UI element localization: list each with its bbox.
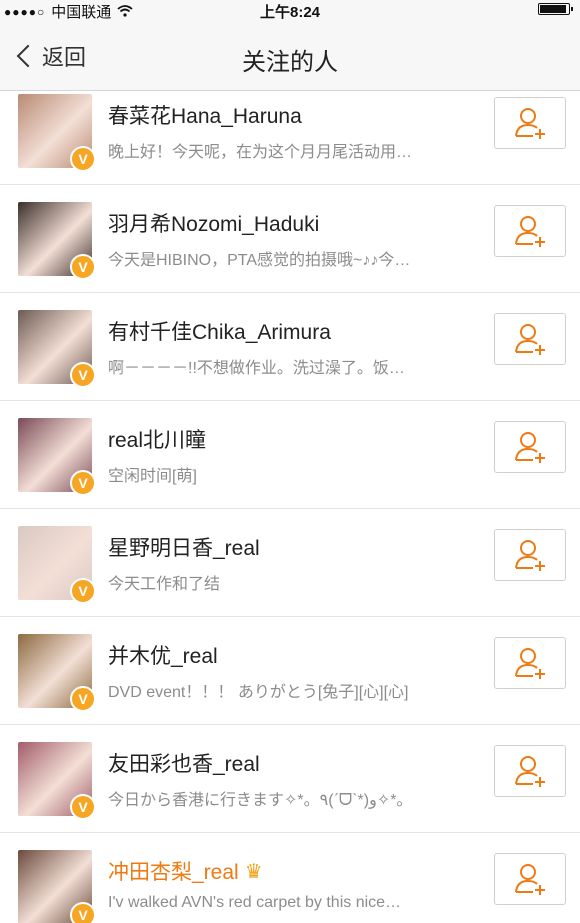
- list-item[interactable]: V 星野明日香_real 今天工作和了结: [0, 509, 580, 617]
- follow-button[interactable]: [494, 313, 566, 365]
- avatar[interactable]: V: [18, 850, 96, 923]
- avatar[interactable]: V: [18, 742, 96, 820]
- add-user-icon: [515, 540, 545, 571]
- navigation-bar: 返回 关注的人: [0, 20, 580, 91]
- user-name-text: real北川瞳: [108, 429, 207, 452]
- user-name[interactable]: real北川瞳: [108, 424, 206, 454]
- verified-badge-icon: V: [70, 146, 96, 172]
- user-name-text: 春菜花Hana_Haruna: [108, 105, 302, 128]
- user-name[interactable]: 冲田杏梨_real ♛: [108, 856, 263, 886]
- page-title: 关注的人: [242, 49, 338, 76]
- user-name-text: 冲田杏梨_real: [108, 861, 239, 884]
- avatar[interactable]: V: [18, 526, 96, 604]
- user-name-text: 并木优_real: [108, 645, 218, 668]
- add-user-icon: [515, 324, 545, 355]
- verified-badge-icon: V: [70, 362, 96, 388]
- user-status-text: 今日から香港に行きます✧*。٩(ˊᗜˋ*)و✧*。: [108, 792, 413, 809]
- verified-badge-icon: V: [70, 902, 96, 923]
- user-name-text: 羽月希Nozomi_Haduki: [108, 213, 320, 236]
- verified-badge-icon: V: [70, 578, 96, 604]
- follow-button[interactable]: [494, 205, 566, 257]
- avatar[interactable]: V: [18, 94, 96, 172]
- add-user-icon: [515, 648, 545, 679]
- add-user-icon: [515, 756, 545, 787]
- user-name-text: 友田彩也香_real: [108, 753, 260, 776]
- user-name[interactable]: 羽月希Nozomi_Haduki: [108, 208, 319, 238]
- follow-button[interactable]: [494, 421, 566, 473]
- follow-button[interactable]: [494, 745, 566, 797]
- user-name[interactable]: 并木优_real: [108, 640, 218, 670]
- list-item[interactable]: V 并木优_real DVD event！！！ ありがとう[兔子][心][心]: [0, 617, 580, 725]
- user-status-text: 啊－－－－!!不想做作业。洗过澡了。饭…: [108, 360, 405, 377]
- verified-badge-icon: V: [70, 686, 96, 712]
- list-item[interactable]: V 有村千佳Chika_Arimura 啊－－－－!!不想做作业。洗过澡了。饭…: [0, 293, 580, 401]
- verified-badge-icon: V: [70, 794, 96, 820]
- status-bar: ●●●●○ 中国联通 上午8:24: [0, 0, 580, 21]
- following-list[interactable]: V 春菜花Hana_Haruna 晚上好！今天呢，在为这个月月尾活动用… V 羽…: [0, 91, 580, 923]
- verified-badge-icon: V: [70, 254, 96, 280]
- list-item[interactable]: V 羽月希Nozomi_Haduki 今天是HIBINO，PTA感觉的拍摄哦~♪…: [0, 185, 580, 293]
- avatar[interactable]: V: [18, 418, 96, 496]
- follow-button[interactable]: [494, 637, 566, 689]
- verified-badge-icon: V: [70, 470, 96, 496]
- add-user-icon: [515, 216, 545, 247]
- list-item[interactable]: V 春菜花Hana_Haruna 晚上好！今天呢，在为这个月月尾活动用…: [0, 91, 580, 185]
- avatar[interactable]: V: [18, 634, 96, 712]
- user-status-text: DVD event！！！ ありがとう[兔子][心][心]: [108, 684, 409, 701]
- add-user-icon: [515, 864, 545, 895]
- user-status-text: I'v walked AVN's red carpet by this nice…: [108, 894, 402, 911]
- follow-button[interactable]: [494, 853, 566, 905]
- follow-button[interactable]: [494, 97, 566, 149]
- add-user-icon: [515, 432, 545, 463]
- avatar[interactable]: V: [18, 202, 96, 280]
- battery-icon: [538, 3, 573, 15]
- user-name[interactable]: 星野明日香_real: [108, 532, 260, 562]
- crown-icon: ♛: [244, 861, 263, 883]
- user-name[interactable]: 有村千佳Chika_Arimura: [108, 316, 331, 346]
- user-status-text: 空闲时间[萌]: [108, 468, 197, 485]
- user-name[interactable]: 春菜花Hana_Haruna: [108, 100, 302, 130]
- list-item[interactable]: V 冲田杏梨_real ♛ I'v walked AVN's red carpet…: [0, 833, 580, 923]
- list-item[interactable]: V 友田彩也香_real 今日から香港に行きます✧*。٩(ˊᗜˋ*)و✧*。: [0, 725, 580, 833]
- user-name[interactable]: 友田彩也香_real: [108, 748, 260, 778]
- user-status-text: 今天是HIBINO，PTA感觉的拍摄哦~♪♪今…: [108, 252, 411, 269]
- status-time: 上午8:24: [259, 4, 321, 21]
- list-item[interactable]: V real北川瞳 空闲时间[萌]: [0, 401, 580, 509]
- add-user-icon: [515, 108, 545, 139]
- avatar[interactable]: V: [18, 310, 96, 388]
- follow-button[interactable]: [494, 529, 566, 581]
- user-name-text: 星野明日香_real: [108, 537, 260, 560]
- user-status-text: 晚上好！今天呢，在为这个月月尾活动用…: [108, 144, 413, 161]
- user-name-text: 有村千佳Chika_Arimura: [108, 321, 331, 344]
- battery-fill: [540, 5, 566, 13]
- following-list-content: V 春菜花Hana_Haruna 晚上好！今天呢，在为这个月月尾活动用… V 羽…: [0, 91, 580, 923]
- user-status-text: 今天工作和了结: [108, 576, 221, 593]
